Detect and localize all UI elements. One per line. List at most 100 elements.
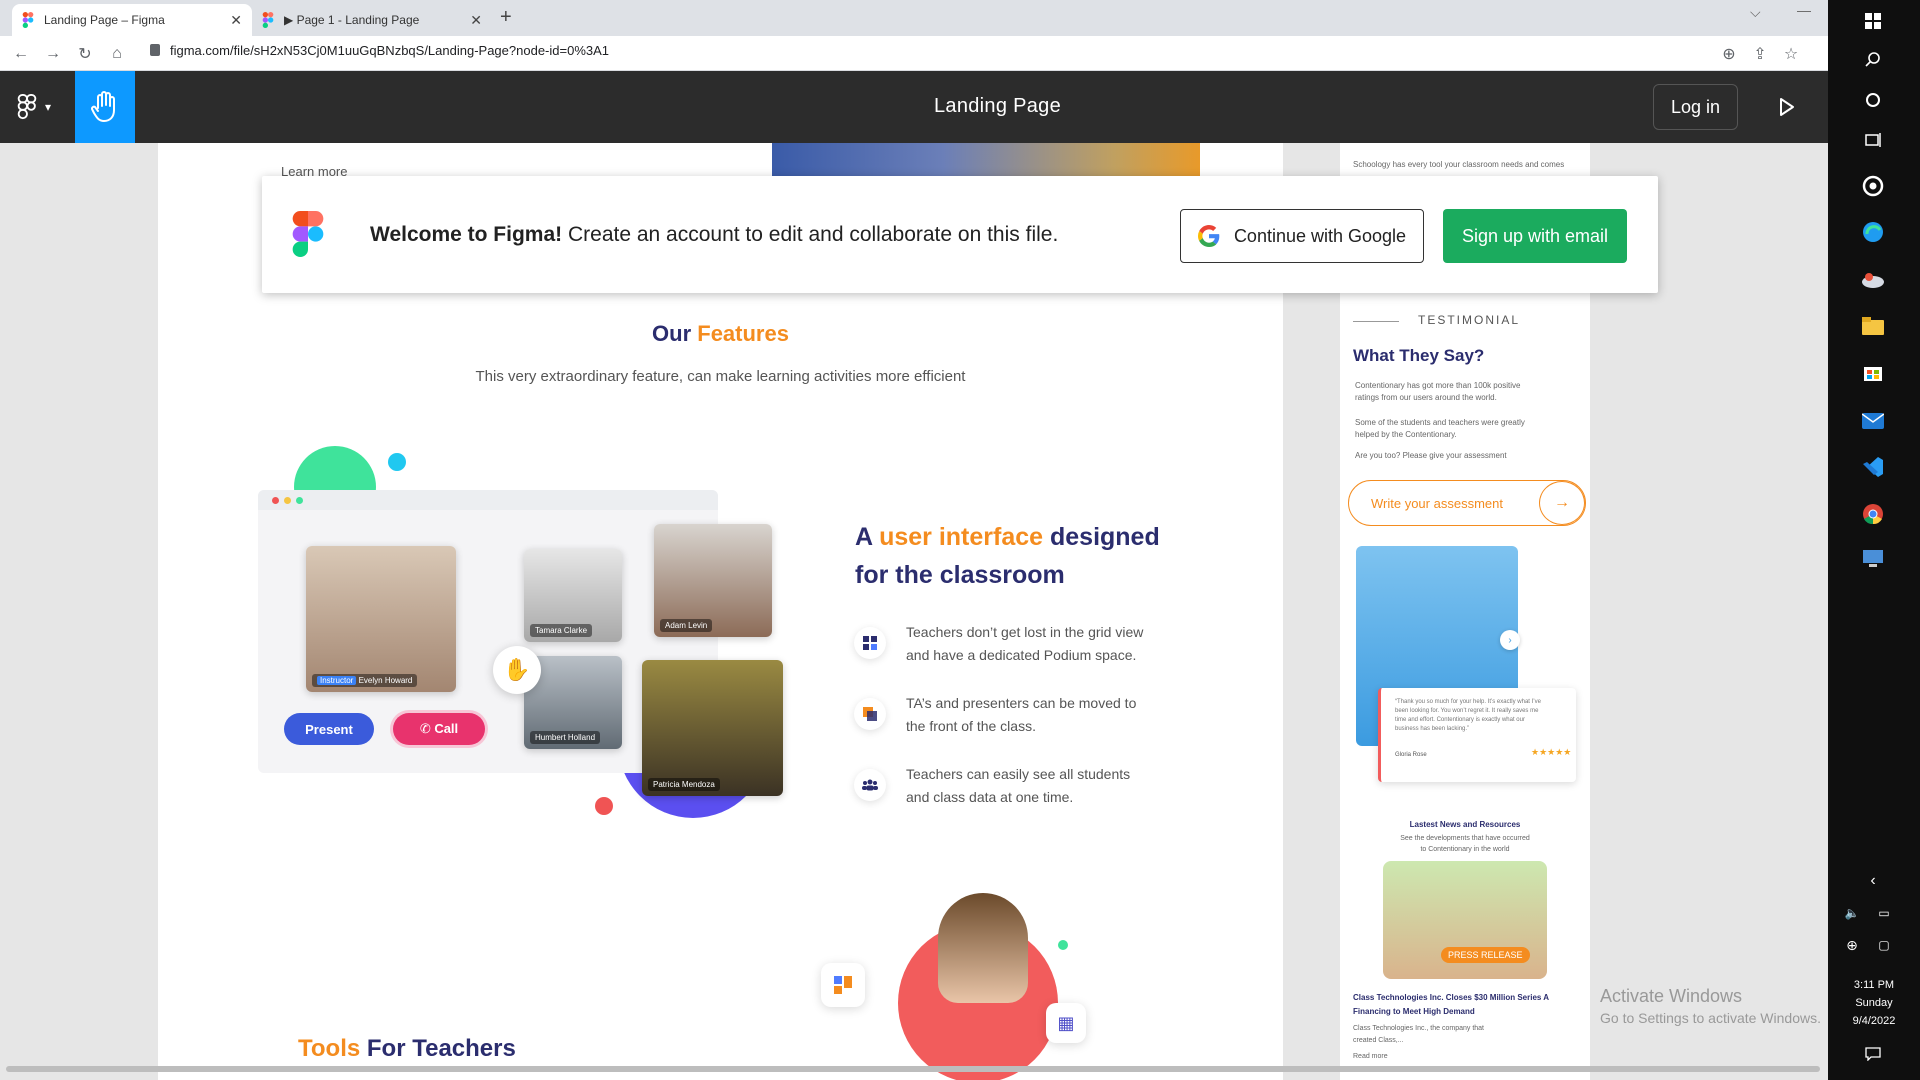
activate-line-2: Go to Settings to activate Windows. bbox=[1600, 1010, 1821, 1026]
app-circle-icon[interactable] bbox=[1857, 170, 1889, 202]
new-tab-button[interactable]: + bbox=[500, 6, 512, 29]
window-dot-icon bbox=[296, 497, 303, 504]
windows-start-icon[interactable] bbox=[1857, 5, 1889, 37]
activate-line-1: Activate Windows bbox=[1600, 986, 1743, 1006]
tab-search-chevron-icon[interactable]: ⌵ bbox=[1750, 4, 1761, 21]
battery-icon[interactable]: ▭ bbox=[1868, 897, 1900, 929]
features-title-highlight: Features bbox=[697, 321, 789, 346]
volume-icon[interactable]: 🔈 bbox=[1836, 897, 1868, 929]
ui-heading: A user interface designed for the classr… bbox=[855, 518, 1160, 594]
text-line: Class Technologies Inc., the company tha… bbox=[1353, 1025, 1485, 1032]
login-button[interactable]: Log in bbox=[1653, 84, 1738, 130]
minimize-icon[interactable]: — bbox=[1797, 2, 1811, 18]
app-tile-icon bbox=[821, 963, 865, 1007]
quote-author: Gloria Rose bbox=[1395, 752, 1427, 758]
feature-item: Teachers don’t get lost in the grid view… bbox=[906, 621, 1143, 667]
notifications-icon[interactable] bbox=[1857, 1038, 1889, 1070]
present-button[interactable]: Present bbox=[284, 713, 374, 745]
call-button[interactable]: ✆ Call bbox=[393, 713, 485, 745]
write-assessment-label: Write your assessment bbox=[1371, 495, 1503, 511]
share-icon[interactable]: ⇪ bbox=[1748, 42, 1772, 66]
tab-landing-page-figma[interactable]: Landing Page – Figma ✕ bbox=[12, 4, 252, 36]
system-clock[interactable]: 3:11 PM Sunday 9/4/2022 bbox=[1828, 976, 1920, 1030]
feature-line: and class data at one time. bbox=[906, 789, 1074, 805]
text-line: “Thank you so much for your help. It’s e… bbox=[1395, 699, 1541, 705]
video-name-label: Tamara Clarke bbox=[530, 624, 593, 637]
device-icon[interactable]: ▢ bbox=[1868, 929, 1900, 961]
news-headline[interactable]: Class Technologies Inc. Closes $30 Milli… bbox=[1353, 991, 1549, 1019]
task-view-icon[interactable] bbox=[1857, 124, 1889, 156]
feature-line: TA’s and presenters can be moved to bbox=[906, 695, 1137, 711]
activate-windows-watermark: Activate Windows Go to Settings to activ… bbox=[1600, 985, 1821, 1029]
testimonial-label: TESTIMONIAL bbox=[1418, 313, 1521, 327]
close-tab-icon[interactable]: ✕ bbox=[230, 12, 242, 29]
window-titlebar bbox=[258, 490, 718, 510]
lock-icon[interactable] bbox=[150, 44, 160, 56]
back-icon[interactable]: ← bbox=[9, 42, 33, 66]
write-assessment-button[interactable]: Write your assessment → bbox=[1348, 480, 1586, 526]
present-play-icon[interactable] bbox=[1772, 93, 1800, 121]
tab-page-1-landing-page[interactable]: ▶ Page 1 - Landing Page ✕ bbox=[252, 4, 492, 36]
text-line: See the developments that have occurred bbox=[1400, 835, 1530, 842]
rating-stars: ★★★★★ bbox=[1531, 747, 1572, 757]
testimonial-title: What They Say? bbox=[1353, 346, 1485, 365]
clock-date: 9/4/2022 bbox=[1852, 1015, 1896, 1027]
figma-favicon-icon bbox=[22, 12, 34, 28]
instructor-video: Instructor Evelyn Howard bbox=[306, 546, 456, 692]
text-line: Financing to Meet High Demand bbox=[1353, 1007, 1475, 1016]
mail-icon[interactable] bbox=[1857, 405, 1889, 437]
home-icon[interactable]: ⌂ bbox=[105, 42, 129, 66]
welcome-message: Welcome to Figma! Create an account to e… bbox=[370, 223, 1058, 247]
cloud-app-icon[interactable] bbox=[1857, 264, 1889, 296]
reload-icon[interactable]: ↻ bbox=[73, 42, 97, 66]
cortana-icon[interactable] bbox=[1857, 84, 1889, 116]
news-body: Class Technologies Inc., the company tha… bbox=[1353, 1023, 1484, 1063]
tools-title: Tools For Teachers bbox=[298, 1035, 516, 1063]
heading-part: A bbox=[855, 523, 880, 551]
forward-icon[interactable]: → bbox=[41, 42, 65, 66]
features-title: Our Features bbox=[158, 321, 1283, 347]
text-line: Some of the students and teachers were g… bbox=[1355, 418, 1525, 427]
heading-part: for the classroom bbox=[855, 561, 1065, 589]
zoom-icon[interactable]: ⊕ bbox=[1717, 42, 1741, 66]
testimonial-text: Some of the students and teachers were g… bbox=[1355, 417, 1525, 441]
testimonial-question: Are you too? Please give your assessment bbox=[1355, 451, 1507, 460]
remote-desktop-icon[interactable] bbox=[1857, 543, 1889, 575]
tools-title-highlight: Tools bbox=[298, 1035, 361, 1062]
press-release-badge: PRESS RELEASE bbox=[1441, 947, 1530, 963]
url-field[interactable]: figma.com/file/sH2xN53Cj0M1uuGqBNzbqS/La… bbox=[170, 43, 609, 58]
edge-browser-icon[interactable] bbox=[1857, 216, 1889, 248]
welcome-rest: Create an account to edit and collaborat… bbox=[562, 223, 1059, 246]
tab-label: ▶ Page 1 - Landing Page bbox=[284, 13, 420, 27]
carousel-next-icon[interactable]: › bbox=[1500, 630, 1520, 650]
google-icon bbox=[1197, 225, 1220, 247]
horizontal-scrollbar[interactable] bbox=[0, 1066, 1828, 1074]
language-globe-icon[interactable]: ⊕ bbox=[1836, 929, 1868, 961]
video-name-label: Humbert Holland bbox=[530, 731, 601, 744]
chrome-icon[interactable] bbox=[1857, 498, 1889, 530]
window-dot-icon bbox=[284, 497, 291, 504]
students-group-icon bbox=[854, 769, 886, 801]
scrollbar-thumb[interactable] bbox=[6, 1066, 1820, 1072]
continue-with-google-button[interactable]: Continue with Google bbox=[1180, 209, 1424, 263]
microsoft-store-icon[interactable] bbox=[1857, 356, 1889, 388]
tab-label: Landing Page – Figma bbox=[44, 13, 165, 27]
feature-line: Teachers don’t get lost in the grid view bbox=[906, 624, 1144, 640]
vscode-icon[interactable] bbox=[1857, 451, 1889, 483]
search-icon[interactable] bbox=[1857, 43, 1889, 75]
video-name-label: Adam Levin bbox=[660, 619, 713, 632]
show-hidden-icons-chevron-icon[interactable]: ‹ bbox=[1857, 865, 1889, 897]
bookmark-star-icon[interactable]: ☆ bbox=[1779, 42, 1803, 66]
participant-video: Patricia Mendoza bbox=[642, 660, 783, 796]
feature-line: Teachers can easily see all students bbox=[906, 766, 1131, 782]
grid-view-icon bbox=[854, 627, 886, 659]
figma-logo-icon bbox=[292, 211, 324, 262]
calendar-tile-icon: ▦ bbox=[1046, 1003, 1086, 1043]
close-tab-icon[interactable]: ✕ bbox=[470, 12, 482, 29]
file-explorer-icon[interactable] bbox=[1857, 310, 1889, 342]
sign-up-with-email-button[interactable]: Sign up with email bbox=[1443, 209, 1627, 263]
quote-text: “Thank you so much for your help. It’s e… bbox=[1395, 698, 1566, 734]
window-dot-icon bbox=[272, 497, 279, 504]
raise-hand-icon: ✋ bbox=[493, 646, 541, 694]
text-line: business has been lacking.” bbox=[1395, 726, 1470, 732]
